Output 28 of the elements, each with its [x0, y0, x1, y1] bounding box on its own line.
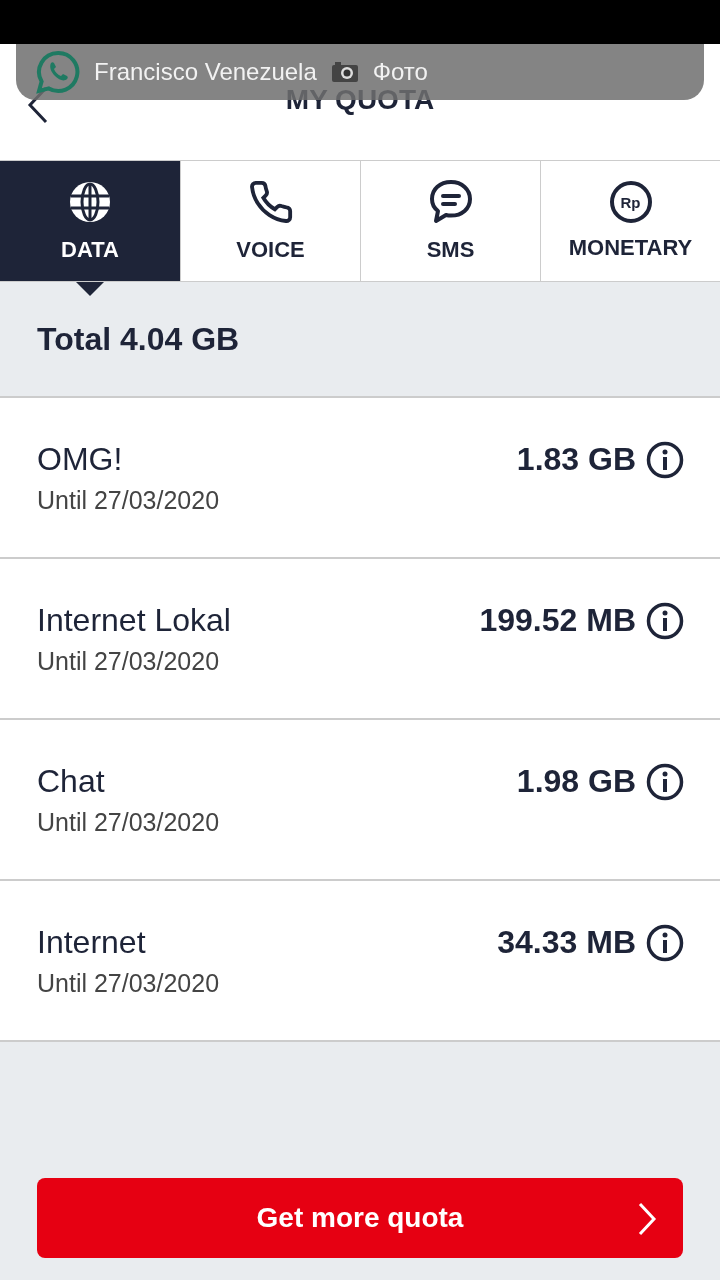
- get-more-quota-button[interactable]: Get more quota: [37, 1178, 683, 1258]
- quota-name: Internet: [37, 923, 147, 961]
- quota-amount: 1.83 GB: [516, 441, 636, 478]
- quota-name: OMG!: [37, 440, 124, 478]
- quota-amount: 34.33 MB: [497, 924, 636, 961]
- quota-expiry: Until 27/03/2020: [37, 807, 220, 837]
- chevron-right-icon: [637, 1202, 657, 1236]
- info-icon[interactable]: [646, 923, 684, 962]
- tab-pointer: [76, 282, 104, 296]
- info-icon[interactable]: [646, 762, 684, 801]
- quota-expiry: Until 27/03/2020: [37, 968, 220, 998]
- quota-amount: 199.52 MB: [479, 602, 636, 639]
- camera-icon: [330, 61, 359, 83]
- quota-expiry: Until 27/03/2020: [37, 485, 220, 515]
- notification-sender: Francisco Venezuela: [94, 58, 317, 86]
- speech-bubble-icon: [427, 179, 474, 225]
- quota-name: Chat: [37, 762, 106, 800]
- chat-app-icon: [36, 50, 80, 94]
- info-icon[interactable]: [646, 440, 684, 479]
- globe-icon: [67, 179, 113, 225]
- quota-amount: 1.98 GB: [516, 763, 636, 800]
- info-icon[interactable]: [646, 601, 684, 640]
- tab[interactable]: DATA: [0, 161, 180, 281]
- quota-name: Internet Lokal: [37, 601, 231, 639]
- phone-icon: [247, 179, 294, 225]
- notification-message: Фото: [372, 58, 428, 86]
- currency-icon: Rp: [609, 181, 652, 223]
- quota-expiry: Until 27/03/2020: [37, 646, 221, 676]
